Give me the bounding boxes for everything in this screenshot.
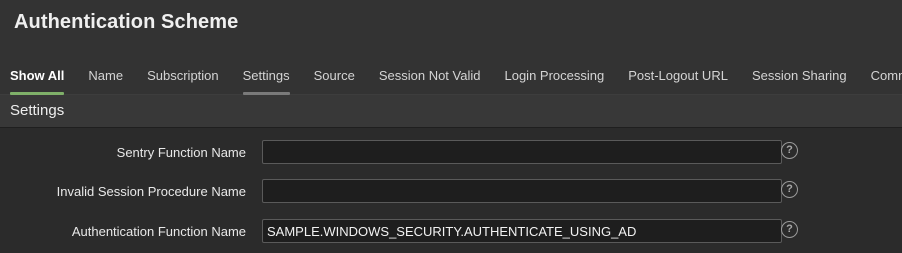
form-row-invalid-session: Invalid Session Procedure Name ? [0,179,902,205]
tab-label: Subscription [147,68,219,83]
tab-post-logout-url[interactable]: Post-Logout URL [628,56,728,94]
authentication-function-name-input[interactable] [262,219,782,243]
tab-settings[interactable]: Settings [242,56,290,95]
section-header: Settings [0,95,902,128]
tab-bar: Show All Name Subscription Settings Sour… [0,56,902,95]
invalid-session-procedure-name-input[interactable] [262,179,782,203]
tab-login-processing[interactable]: Login Processing [504,56,604,94]
invalid-session-procedure-name-label: Invalid Session Procedure Name [56,184,246,199]
tab-label: Login Processing [504,68,605,83]
tab-session-sharing[interactable]: Session Sharing [752,56,847,94]
tab-label: Post-Logout URL [628,68,728,83]
authentication-function-name-label: Authentication Function Name [71,224,246,239]
question-circle-icon[interactable]: ? [781,221,798,238]
form-row-sentry-function: Sentry Function Name ? [0,140,902,166]
sentry-function-name-label: Sentry Function Name [116,145,246,160]
settings-form: Sentry Function Name ? Invalid Session P… [0,128,902,253]
section-title: Settings [10,102,65,119]
tab-label: Source [313,68,355,83]
tab-session-not-valid[interactable]: Session Not Valid [379,56,481,94]
tab-show-all[interactable]: Show All [10,56,65,95]
question-circle-icon[interactable]: ? [781,142,798,159]
tab-label: Session Sharing [751,68,847,83]
tab-label: Session Not Valid [378,68,481,83]
tab-label: Settings [242,68,290,83]
question-circle-icon[interactable]: ? [781,181,798,198]
tab-label: Name [88,68,124,83]
sentry-function-name-input[interactable] [262,140,782,164]
page-title: Authentication Scheme [14,11,239,33]
tab-label: Comments [870,68,902,83]
form-row-authentication-function: Authentication Function Name ? [0,219,902,245]
tab-comments[interactable]: Comments [871,56,902,94]
tab-subscription[interactable]: Subscription [147,56,219,94]
page-header: Authentication Scheme Show All Name Subs… [0,0,902,95]
tab-name[interactable]: Name [88,56,123,94]
tab-source[interactable]: Source [314,56,355,94]
tab-label: Show All [10,68,65,83]
